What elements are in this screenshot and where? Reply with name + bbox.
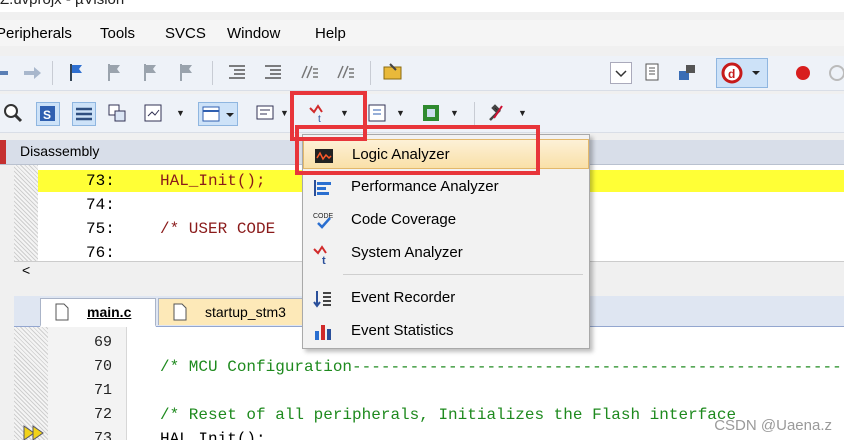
target-select-dropdown-icon[interactable] bbox=[610, 62, 632, 84]
editor-gutter bbox=[14, 327, 48, 440]
menu-peripherals[interactable]: Peripherals bbox=[0, 25, 72, 42]
chevron-down-icon[interactable]: ▼ bbox=[396, 108, 405, 118]
event-recorder-icon bbox=[313, 289, 333, 309]
line-number: 72 bbox=[93, 406, 112, 423]
menu-tools[interactable]: Tools bbox=[100, 25, 135, 42]
annotation-box-menu-item bbox=[295, 125, 540, 175]
breakpoint-icon[interactable] bbox=[792, 62, 814, 84]
menu-bar: Peripherals Tools SVCS Window Help bbox=[0, 20, 844, 46]
disasm-line-number: 73: bbox=[86, 172, 115, 190]
menu-item-event-recorder[interactable]: Event Recorder bbox=[303, 283, 589, 313]
back-arrow-icon[interactable] bbox=[0, 62, 16, 84]
disasm-line-number: 76: bbox=[86, 244, 115, 261]
line-number: 69 bbox=[93, 334, 112, 351]
svg-text:t: t bbox=[322, 255, 326, 264]
line-number-column: 69 70 71 72 73 bbox=[48, 327, 127, 440]
disasm-line-number: 74: bbox=[86, 196, 115, 214]
forward-arrow-icon[interactable] bbox=[22, 62, 44, 84]
watch-window-icon[interactable] bbox=[142, 102, 164, 124]
uncomment-icon[interactable] bbox=[334, 61, 356, 83]
file-icon bbox=[55, 303, 69, 324]
menu-item-label: Event Recorder bbox=[351, 289, 456, 306]
breakpoint-disabled-icon[interactable] bbox=[826, 62, 844, 84]
tab-label: startup_stm3 bbox=[205, 304, 286, 320]
open-folder-icon[interactable] bbox=[382, 61, 404, 83]
registers-window-icon[interactable] bbox=[72, 102, 96, 126]
event-statistics-icon bbox=[313, 322, 333, 342]
performance-analyzer-icon bbox=[313, 178, 333, 198]
menu-item-code-coverage[interactable]: CODE Code Coverage bbox=[303, 205, 589, 235]
window-title: Z.uvprojx - µVision bbox=[0, 0, 124, 8]
unindent-icon[interactable] bbox=[262, 61, 284, 83]
line-number: 73 bbox=[93, 430, 112, 440]
clear-bookmarks-icon[interactable] bbox=[176, 61, 198, 83]
code-line: /* MCU Configuration--------------------… bbox=[160, 358, 844, 376]
serial-window-icon[interactable] bbox=[254, 102, 276, 124]
system-viewer-icon[interactable] bbox=[420, 102, 442, 124]
menu-help[interactable]: Help bbox=[315, 25, 346, 42]
disassembly-gutter bbox=[14, 165, 38, 261]
line-number: 71 bbox=[93, 382, 112, 399]
scroll-left-icon[interactable]: < bbox=[22, 262, 30, 278]
menu-item-label: Performance Analyzer bbox=[351, 178, 499, 195]
manage-components-icon[interactable] bbox=[676, 61, 698, 83]
menu-svcs[interactable]: SVCS bbox=[165, 25, 206, 42]
disasm-source-line: /* USER CODE bbox=[160, 220, 276, 238]
chevron-down-icon[interactable]: ▼ bbox=[518, 108, 527, 118]
menu-item-event-statistics[interactable]: Event Statistics bbox=[303, 316, 589, 346]
debug-session-button[interactable]: d bbox=[716, 58, 768, 88]
panel-edge-marker bbox=[0, 140, 6, 164]
code-coverage-icon: CODE bbox=[313, 211, 334, 231]
disassembly-title: Disassembly bbox=[20, 143, 100, 159]
system-analyzer-icon: t bbox=[313, 244, 333, 267]
menu-item-label: Code Coverage bbox=[351, 211, 457, 228]
prev-bookmark-icon[interactable] bbox=[104, 61, 126, 83]
tab-label: main.c bbox=[87, 304, 132, 320]
chevron-down-icon[interactable]: ▼ bbox=[176, 108, 185, 118]
tab-main-c[interactable]: main.c bbox=[40, 298, 156, 327]
code-line: HAL_Init(); bbox=[160, 430, 266, 440]
comment-icon[interactable] bbox=[298, 61, 320, 83]
toolbox-icon[interactable] bbox=[486, 102, 508, 124]
memory-window-button[interactable] bbox=[198, 102, 238, 126]
toolbar-separator bbox=[370, 61, 371, 85]
menu-item-label: System Analyzer bbox=[351, 244, 463, 261]
toolbar-separator bbox=[212, 61, 213, 85]
window-title-bar: Z.uvprojx - µVision bbox=[0, 0, 844, 12]
disasm-source-line: HAL_Init(); bbox=[160, 172, 266, 190]
indent-icon[interactable] bbox=[226, 61, 248, 83]
call-stack-window-icon[interactable] bbox=[106, 102, 128, 124]
file-icon bbox=[173, 303, 187, 324]
menu-item-label: Event Statistics bbox=[351, 322, 454, 339]
toolbar-separator bbox=[52, 61, 53, 85]
svg-text:d: d bbox=[728, 67, 735, 81]
menu-separator bbox=[343, 274, 583, 275]
chevron-down-icon[interactable]: ▼ bbox=[280, 108, 289, 118]
watermark: CSDN @Uaena.z bbox=[714, 417, 832, 434]
source-window-icon[interactable]: S bbox=[36, 102, 60, 126]
code-line: /* Reset of all peripherals, Initializes… bbox=[160, 406, 737, 424]
disasm-line-number: 75: bbox=[86, 220, 115, 238]
line-number: 70 bbox=[93, 358, 112, 375]
bookmark-flag-icon[interactable] bbox=[66, 61, 88, 83]
options-page-icon[interactable] bbox=[642, 61, 664, 83]
build-toolbar: d bbox=[0, 56, 844, 91]
menu-item-system-analyzer[interactable]: t System Analyzer bbox=[303, 238, 589, 268]
current-line-arrow-icon bbox=[22, 425, 48, 440]
svg-text:S: S bbox=[43, 108, 51, 122]
disassembly-window-icon[interactable] bbox=[2, 102, 24, 124]
chevron-down-icon[interactable]: ▼ bbox=[450, 108, 459, 118]
toolbar-separator bbox=[474, 102, 475, 126]
menu-window[interactable]: Window bbox=[227, 25, 280, 42]
trace-window-icon[interactable] bbox=[366, 102, 388, 124]
menu-item-performance-analyzer[interactable]: Performance Analyzer bbox=[303, 172, 589, 202]
next-bookmark-icon[interactable] bbox=[140, 61, 162, 83]
tab-startup-file[interactable]: startup_stm3 bbox=[158, 298, 320, 325]
